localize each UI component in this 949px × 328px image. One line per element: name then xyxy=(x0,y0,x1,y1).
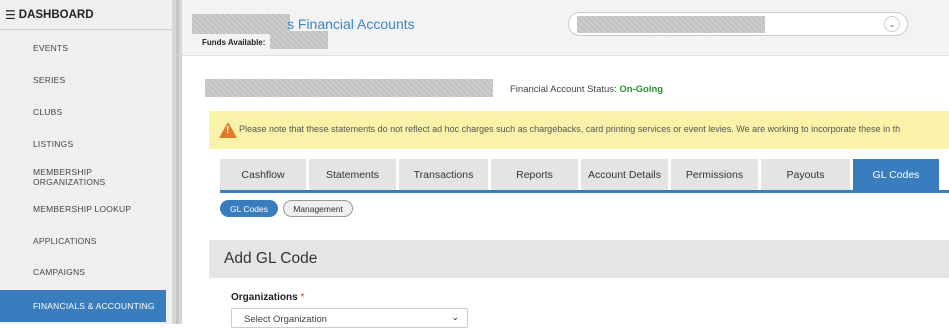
sidebar-item-financials-accounting[interactable]: FINANCIALS & ACCOUNTING xyxy=(0,290,166,322)
tab-account-details[interactable]: Account Details xyxy=(581,159,668,190)
sidebar-item-membership-lookup[interactable]: MEMBERSHIP LOOKUP xyxy=(0,193,166,225)
notice-text: Please note that these statements do not… xyxy=(239,124,901,134)
sidebar-item-campaigns[interactable]: CAMPAIGNS xyxy=(0,256,166,288)
required-marker: * xyxy=(300,292,305,303)
sidebar-item-membership-organizations[interactable]: MEMBERSHIP ORGANIZATIONS xyxy=(0,161,166,193)
account-tabs: Cashflow Statements Transactions Reports… xyxy=(220,159,949,193)
organization-select-value: Select Organization xyxy=(244,314,327,325)
organizations-label: Organizations * xyxy=(231,292,304,303)
sidebar: ☰ DASHBOARD EVENTS SERIES CLUBS LISTINGS… xyxy=(0,0,172,324)
panel-title: Add GL Code xyxy=(209,240,949,278)
warning-icon: ! xyxy=(219,122,237,138)
sidebar-item-label: FINANCIALS & ACCOUNTING xyxy=(33,301,155,311)
sidebar-item-label: MEMBERSHIP ORGANIZATIONS xyxy=(33,167,106,187)
status-label: Financial Account Status: xyxy=(510,84,617,95)
subtab-gl-codes[interactable]: GL Codes xyxy=(220,200,278,217)
account-status: Financial Account Status: On-Going xyxy=(510,84,663,95)
page-header: s Financial Accounts Funds Available: ⌄ xyxy=(182,0,949,56)
chevron-down-icon[interactable]: ⌄ xyxy=(884,16,900,32)
account-select[interactable]: ⌄ xyxy=(568,12,908,36)
funds-available-label: Funds Available: xyxy=(202,38,266,47)
chevron-down-icon: ⌄ xyxy=(451,312,459,322)
sidebar-item-events[interactable]: EVENTS xyxy=(0,32,166,64)
organization-select[interactable]: Select Organization ⌄ xyxy=(231,308,468,328)
subtab-management[interactable]: Management xyxy=(283,200,353,217)
sidebar-item-clubs[interactable]: CLUBS xyxy=(0,96,166,128)
sidebar-item-label: CAMPAIGNS xyxy=(33,267,86,277)
sidebar-item-listings[interactable]: LISTINGS xyxy=(0,128,166,160)
tab-payouts[interactable]: Payouts xyxy=(761,159,850,190)
sidebar-item-label: APPLICATIONS xyxy=(33,236,97,246)
sidebar-header[interactable]: ☰ DASHBOARD xyxy=(0,0,172,30)
sidebar-item-label: SERIES xyxy=(33,75,66,85)
redacted-account-name xyxy=(577,16,765,33)
sidebar-item-label: LISTINGS xyxy=(33,139,74,149)
tab-transactions[interactable]: Transactions xyxy=(399,159,488,190)
sidebar-item-label: CLUBS xyxy=(33,107,63,117)
tab-permissions[interactable]: Permissions xyxy=(671,159,758,190)
sidebar-item-label: EVENTS xyxy=(33,43,69,53)
organizations-label-text: Organizations xyxy=(231,292,298,303)
tab-cashflow[interactable]: Cashflow xyxy=(220,159,306,190)
menu-icon[interactable]: ☰ xyxy=(5,8,16,22)
page-title: s Financial Accounts xyxy=(287,16,415,32)
sidebar-header-label: DASHBOARD xyxy=(18,8,94,21)
sidebar-item-label: MEMBERSHIP LOOKUP xyxy=(33,204,132,214)
redacted-account-title xyxy=(205,79,493,97)
sidebar-resize-handle[interactable] xyxy=(172,0,182,324)
status-badge: On-Going xyxy=(619,84,664,95)
tab-statements[interactable]: Statements xyxy=(309,159,396,190)
sidebar-item-applications[interactable]: APPLICATIONS xyxy=(0,225,166,257)
redacted-funds-value xyxy=(270,31,328,49)
tab-reports[interactable]: Reports xyxy=(491,159,578,190)
tab-gl-codes[interactable]: GL Codes xyxy=(853,159,939,190)
sidebar-item-series[interactable]: SERIES xyxy=(0,64,166,96)
statement-notice: ! Please note that these statements do n… xyxy=(209,111,949,149)
